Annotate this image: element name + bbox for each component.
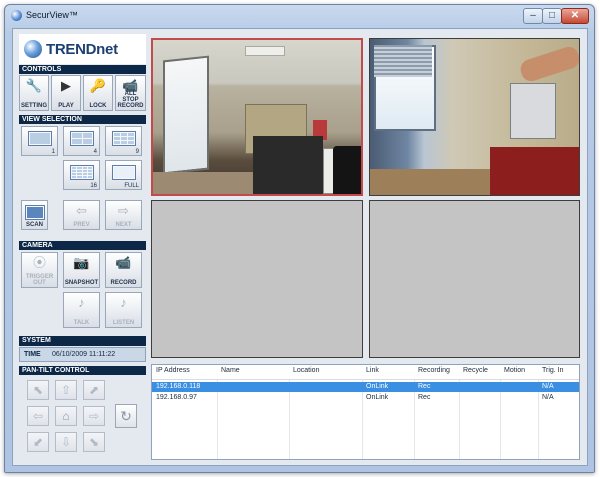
- brand-name: TRENDnet: [46, 41, 118, 58]
- table-row[interactable]: 192.168.0.97 OnLink Rec N/A: [152, 393, 579, 403]
- system-header: SYSTEM: [19, 336, 146, 346]
- single-view-icon: [28, 131, 52, 146]
- pan-up-left-button[interactable]: ⬉: [27, 380, 49, 400]
- arrow-left-icon: ⇦: [76, 203, 87, 218]
- pan-down-right-button[interactable]: ⬊: [83, 432, 105, 452]
- col-ip-address[interactable]: IP Address: [156, 367, 190, 374]
- table-row[interactable]: 192.168.0.118 OnLink Rec N/A: [152, 382, 579, 392]
- view-selection-header: VIEW SELECTION: [19, 115, 146, 124]
- view-1-button[interactable]: 1: [21, 126, 58, 156]
- auto-pan-button[interactable]: ↻: [115, 404, 137, 428]
- talk-button[interactable]: ♪ TALK: [63, 292, 100, 328]
- trigger-icon: ⦿: [32, 255, 46, 270]
- pan-right-button[interactable]: ⇨: [83, 406, 105, 426]
- view-4-button[interactable]: 4: [63, 126, 100, 156]
- close-button[interactable]: ✕: [561, 8, 589, 24]
- view-full-button[interactable]: FULL: [105, 160, 142, 190]
- view-9-button[interactable]: 9: [105, 126, 142, 156]
- nine-view-icon: [112, 131, 136, 146]
- col-name[interactable]: Name: [221, 367, 240, 374]
- camera-icon: 📷: [73, 255, 90, 270]
- refresh-icon: ↻: [120, 408, 132, 424]
- music-note-icon: ♪: [120, 295, 127, 310]
- camera-view-1[interactable]: [151, 38, 363, 196]
- main-area: TRENDnet CONTROLS 🔧 SETTING ▶ PLAY 🔑 LOC…: [12, 28, 588, 466]
- pan-up-right-button[interactable]: ⬈: [83, 380, 105, 400]
- lock-icon: 🔑: [89, 78, 107, 93]
- pan-left-button[interactable]: ⇦: [27, 406, 49, 426]
- brand-logo: TRENDnet: [19, 34, 146, 64]
- quad-view-icon: [70, 131, 94, 146]
- record-button[interactable]: 📹 RECORD: [105, 252, 142, 288]
- control-panel: TRENDnet CONTROLS 🔧 SETTING ▶ PLAY 🔑 LOC…: [19, 34, 146, 460]
- music-note-icon: ♪: [78, 295, 85, 310]
- all-stop-record-button[interactable]: 📹 ALL STOP RECORD: [115, 75, 146, 111]
- system-time: TIME 06/10/2009 11:11:22: [19, 347, 146, 362]
- col-recycle[interactable]: Recycle: [463, 367, 488, 374]
- play-icon: ▶: [61, 78, 71, 93]
- record-camera-icon: 📹: [115, 255, 132, 270]
- camera-view-3[interactable]: [151, 200, 363, 358]
- snapshot-button[interactable]: 📷 SNAPSHOT: [63, 252, 100, 288]
- time-value: 06/10/2009 11:11:22: [52, 351, 116, 358]
- camera-header: CAMERA: [19, 241, 146, 250]
- arrow-right-icon: ⇨: [118, 203, 129, 218]
- wrench-icon: 🔧: [25, 78, 43, 93]
- prev-button[interactable]: ⇦ PREV: [63, 200, 100, 230]
- pan-up-button[interactable]: ⇧: [55, 380, 77, 400]
- pan-down-left-button[interactable]: ⬋: [27, 432, 49, 452]
- office-feed-image: [153, 40, 361, 194]
- globe-icon: [24, 40, 42, 58]
- sixteen-view-icon: [70, 165, 94, 180]
- minimize-button[interactable]: –: [523, 8, 543, 24]
- maximize-button[interactable]: □: [542, 8, 562, 24]
- setting-button[interactable]: 🔧 SETTING: [19, 75, 49, 111]
- fullscreen-icon: [112, 165, 136, 180]
- scan-icon: [25, 205, 45, 220]
- device-list-table: IP Address Name Location Link Recording …: [151, 364, 580, 460]
- table-header: IP Address Name Location Link Recording …: [152, 365, 579, 380]
- col-trig-in[interactable]: Trig. In: [542, 367, 564, 374]
- col-location[interactable]: Location: [293, 367, 319, 374]
- pan-home-button[interactable]: ⌂: [55, 406, 77, 426]
- app-icon: [11, 10, 22, 21]
- pan-down-button[interactable]: ⇩: [55, 432, 77, 452]
- camera-view-2[interactable]: [369, 38, 580, 196]
- view-16-button[interactable]: 16: [63, 160, 100, 190]
- title-bar[interactable]: SecurView™ – □ ✕: [5, 5, 594, 27]
- controls-header: CONTROLS: [19, 65, 146, 74]
- trigger-out-button[interactable]: ⦿ TRIGGER OUT: [21, 252, 58, 288]
- server-feed-image: [370, 39, 579, 195]
- lock-button[interactable]: 🔑 LOCK: [83, 75, 113, 111]
- time-label: TIME: [24, 351, 41, 358]
- pan-tilt-header: PAN-TILT CONTROL: [19, 366, 146, 375]
- col-motion[interactable]: Motion: [504, 367, 525, 374]
- next-button[interactable]: ⇨ NEXT: [105, 200, 142, 230]
- play-button[interactable]: ▶ PLAY: [51, 75, 81, 111]
- app-window: SecurView™ – □ ✕ TRENDnet CONTROLS 🔧 SET…: [4, 4, 595, 473]
- col-link[interactable]: Link: [366, 367, 379, 374]
- window-title: SecurView™: [26, 10, 78, 20]
- col-recording[interactable]: Recording: [418, 367, 450, 374]
- home-icon: ⌂: [62, 409, 70, 423]
- listen-button[interactable]: ♪ LISTEN: [105, 292, 142, 328]
- scan-button[interactable]: SCAN: [21, 200, 48, 230]
- camera-view-4[interactable]: [369, 200, 580, 358]
